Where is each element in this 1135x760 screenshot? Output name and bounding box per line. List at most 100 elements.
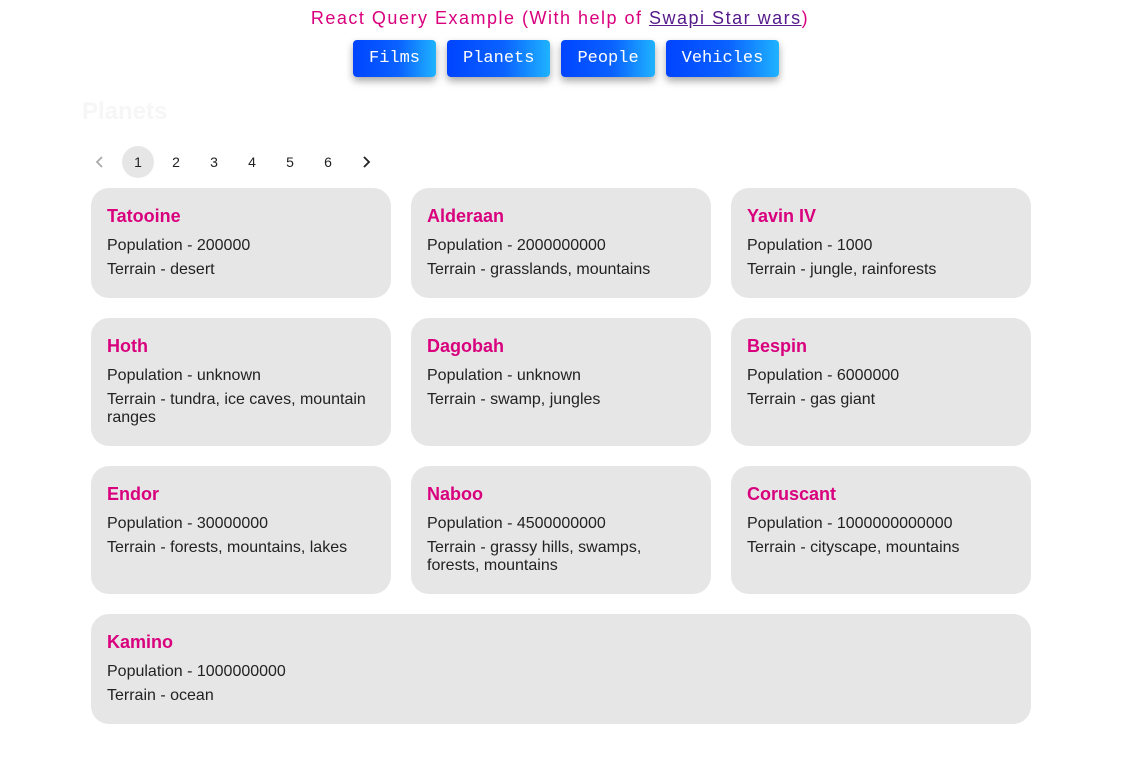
- planet-terrain: Terrain - cityscape, mountains: [747, 539, 1015, 557]
- planet-population: Population - 1000000000: [107, 663, 1015, 681]
- planet-population: Population - unknown: [107, 367, 375, 385]
- planet-population: Population - unknown: [427, 367, 695, 385]
- population-value: 30000000: [196, 515, 269, 532]
- terrain-value: ocean: [170, 687, 214, 704]
- terrain-label: Terrain -: [107, 539, 171, 556]
- population-label: Population -: [427, 237, 517, 254]
- next-page-button[interactable]: [350, 146, 382, 178]
- planet-name: Hoth: [107, 336, 148, 356]
- terrain-label: Terrain -: [107, 687, 171, 704]
- terrain-label: Terrain -: [427, 391, 491, 408]
- planet-list: Tatooine Population - 200000 Terrain - d…: [91, 188, 1031, 724]
- population-value: 2000000000: [516, 237, 606, 254]
- planet-card: Alderaan Population - 2000000000 Terrain…: [411, 188, 711, 298]
- planet-name: Tatooine: [107, 206, 181, 226]
- planet-population: Population - 30000000: [107, 515, 375, 533]
- population-label: Population -: [747, 237, 837, 254]
- planet-card: Bespin Population - 6000000 Terrain - ga…: [731, 318, 1031, 446]
- planet-population: Population - 6000000: [747, 367, 1015, 385]
- planet-card: Dagobah Population - unknown Terrain - s…: [411, 318, 711, 446]
- chevron-right-icon: [363, 156, 371, 168]
- terrain-label: Terrain -: [107, 261, 171, 278]
- planet-card: Tatooine Population - 200000 Terrain - d…: [91, 188, 391, 298]
- population-label: Population -: [107, 663, 197, 680]
- page-button-2[interactable]: 2: [160, 146, 192, 178]
- planet-card: Endor Population - 30000000 Terrain - fo…: [91, 466, 391, 594]
- planet-name: Endor: [107, 484, 159, 504]
- terrain-label: Terrain -: [747, 391, 811, 408]
- terrain-label: Terrain -: [427, 539, 491, 556]
- terrain-label: Terrain -: [747, 261, 811, 278]
- vehicles-button[interactable]: Vehicles: [665, 40, 780, 77]
- page-button-6[interactable]: 6: [312, 146, 344, 178]
- planet-terrain: Terrain - ocean: [107, 687, 1015, 705]
- planet-terrain: Terrain - desert: [107, 261, 375, 279]
- planet-terrain: Terrain - grassy hills, swamps, forests,…: [427, 539, 695, 575]
- planet-name: Kamino: [107, 632, 174, 652]
- header-text: React Query Example (With help of: [310, 8, 650, 28]
- people-button[interactable]: People: [561, 40, 655, 77]
- previous-page-button[interactable]: [84, 146, 116, 178]
- section-title: Planets: [82, 98, 168, 125]
- planets-button[interactable]: Planets: [447, 40, 551, 77]
- page-button-4[interactable]: 4: [236, 146, 268, 178]
- planet-terrain: Terrain - gas giant: [747, 391, 1015, 409]
- population-value: 200000: [196, 237, 251, 254]
- population-label: Population -: [107, 367, 197, 384]
- terrain-label: Terrain -: [747, 539, 811, 556]
- planet-name: Bespin: [747, 336, 808, 356]
- planet-card: Yavin IV Population - 1000 Terrain - jun…: [731, 188, 1031, 298]
- population-value: 4500000000: [516, 515, 606, 532]
- swapi-link[interactable]: Swapi Star wars: [649, 8, 802, 28]
- population-value: unknown: [196, 367, 261, 384]
- population-label: Population -: [747, 515, 837, 532]
- planet-card: Kamino Population - 1000000000 Terrain -…: [91, 614, 1031, 724]
- planet-population: Population - 2000000000: [427, 237, 695, 255]
- planet-terrain: Terrain - grasslands, mountains: [427, 261, 695, 279]
- planet-terrain: Terrain - jungle, rainforests: [747, 261, 1015, 279]
- planet-name: Yavin IV: [747, 206, 817, 226]
- population-value: 1000000000000: [836, 515, 953, 532]
- terrain-value: gas giant: [810, 391, 876, 408]
- terrain-label: Terrain -: [107, 391, 171, 408]
- planet-name: Naboo: [427, 484, 483, 504]
- page-button-1[interactable]: 1: [122, 146, 154, 178]
- population-label: Population -: [107, 515, 197, 532]
- terrain-value: grasslands, mountains: [490, 261, 651, 278]
- population-label: Population -: [747, 367, 837, 384]
- page-button-5[interactable]: 5: [274, 146, 306, 178]
- terrain-value: cityscape, mountains: [810, 539, 960, 556]
- planet-terrain: Terrain - swamp, jungles: [427, 391, 695, 409]
- planet-population: Population - 4500000000: [427, 515, 695, 533]
- terrain-value: swamp, jungles: [490, 391, 601, 408]
- population-value: 1000: [836, 237, 873, 254]
- header-suffix: ): [801, 8, 810, 28]
- population-value: unknown: [516, 367, 581, 384]
- chevron-left-icon: [95, 156, 103, 168]
- page-header: React Query Example (With help of Swapi …: [0, 8, 1120, 29]
- population-label: Population -: [107, 237, 197, 254]
- terrain-value: forests, mountains, lakes: [170, 539, 348, 556]
- films-button[interactable]: Films: [353, 40, 437, 77]
- terrain-value: jungle, rainforests: [810, 261, 937, 278]
- pagination: 1 2 3 4 5 6: [84, 146, 382, 178]
- terrain-value: desert: [170, 261, 215, 278]
- population-value: 6000000: [836, 367, 900, 384]
- planet-population: Population - 200000: [107, 237, 375, 255]
- planet-population: Population - 1000: [747, 237, 1015, 255]
- planet-terrain: Terrain - forests, mountains, lakes: [107, 539, 375, 557]
- terrain-label: Terrain -: [427, 261, 491, 278]
- planet-population: Population - 1000000000000: [747, 515, 1015, 533]
- planet-terrain: Terrain - tundra, ice caves, mountain ra…: [107, 391, 375, 427]
- category-nav: Films Planets People Vehicles: [353, 40, 780, 77]
- planet-card: Naboo Population - 4500000000 Terrain - …: [411, 466, 711, 594]
- planet-card: Coruscant Population - 1000000000000 Ter…: [731, 466, 1031, 594]
- planet-name: Dagobah: [427, 336, 505, 356]
- population-label: Population -: [427, 367, 517, 384]
- planet-name: Alderaan: [427, 206, 505, 226]
- planet-name: Coruscant: [747, 484, 837, 504]
- page-button-3[interactable]: 3: [198, 146, 230, 178]
- population-label: Population -: [427, 515, 517, 532]
- planet-card: Hoth Population - unknown Terrain - tund…: [91, 318, 391, 446]
- population-value: 1000000000: [196, 663, 286, 680]
